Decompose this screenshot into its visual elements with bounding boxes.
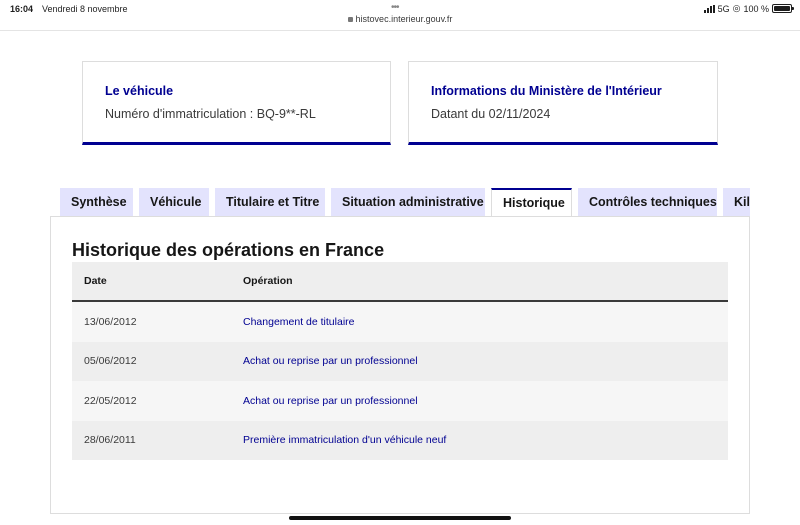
table-row: 22/05/2012 Achat ou reprise par un profe… <box>72 381 728 421</box>
section-title: Historique des opérations en France <box>72 240 385 260</box>
toolbar-divider <box>0 30 800 31</box>
tab-titulaire-titre[interactable]: Titulaire et Titre <box>215 188 325 216</box>
tab-historique[interactable]: Historique <box>491 188 572 216</box>
table-row: 28/06/2011 Première immatriculation d'un… <box>72 420 728 460</box>
row-date: 05/06/2012 <box>84 355 137 368</box>
home-indicator[interactable] <box>289 516 511 520</box>
status-time: 16:04 <box>10 4 34 14</box>
lock-icon <box>347 17 353 22</box>
location-icon: ◎ <box>732 3 741 13</box>
status-indicators: 5G ◎ 100 % <box>703 3 794 14</box>
tab-situation-administrative[interactable]: Situation administrative <box>331 188 485 216</box>
row-date: 13/06/2012 <box>84 315 137 328</box>
battery-fill <box>774 6 790 11</box>
more-dots-icon[interactable]: ••• <box>391 3 399 13</box>
column-header-date: Date <box>84 275 107 287</box>
signal-icon <box>703 4 715 13</box>
vehicle-card-title: Le véhicule <box>105 84 174 98</box>
row-operation: Première immatriculation d'un véhicule n… <box>243 434 447 447</box>
url-text: histovec.interieur.gouv.fr <box>355 14 453 24</box>
table-row: 05/06/2012 Achat ou reprise par un profe… <box>72 341 728 381</box>
tab-kilometrage[interactable]: Kilométrage <box>723 188 750 216</box>
row-operation: Changement de titulaire <box>243 315 355 328</box>
ministry-card-title: Informations du Ministère de l'Intérieur <box>431 84 662 98</box>
row-operation: Achat ou reprise par un professionnel <box>243 394 418 407</box>
tab-synthese[interactable]: Synthèse <box>60 188 133 216</box>
battery-icon <box>772 4 794 13</box>
tab-controles-techniques[interactable]: Contrôles techniques <box>578 188 717 216</box>
row-date: 22/05/2012 <box>84 394 137 407</box>
vehicle-card: Le véhicule Numéro d'immatriculation : B… <box>82 61 391 145</box>
row-operation: Achat ou reprise par un professionnel <box>243 355 418 368</box>
data-date: Datant du 02/11/2024 <box>431 107 551 121</box>
table-row: 13/06/2012 Changement de titulaire <box>72 302 728 342</box>
battery-percent: 100 % <box>743 3 769 14</box>
operations-table: Date Opération 13/06/2012 Changement de … <box>72 262 728 460</box>
table-header: Date Opération <box>72 262 728 302</box>
registration-number: Numéro d'immatriculation : BQ-9**-RL <box>105 107 316 121</box>
ministry-info-card: Informations du Ministère de l'Intérieur… <box>408 61 718 145</box>
row-date: 28/06/2011 <box>84 434 136 447</box>
address-bar[interactable]: histovec.interieur.gouv.fr <box>0 14 800 24</box>
network-label: 5G <box>717 3 730 14</box>
column-header-operation: Opération <box>243 275 293 287</box>
status-date: Vendredi 8 novembre <box>42 4 128 14</box>
status-bar: 16:04 Vendredi 8 novembre ••• histovec.i… <box>0 0 800 24</box>
tab-vehicule[interactable]: Véhicule <box>139 188 209 216</box>
tab-list: Synthèse Véhicule Titulaire et Titre Sit… <box>50 188 750 216</box>
